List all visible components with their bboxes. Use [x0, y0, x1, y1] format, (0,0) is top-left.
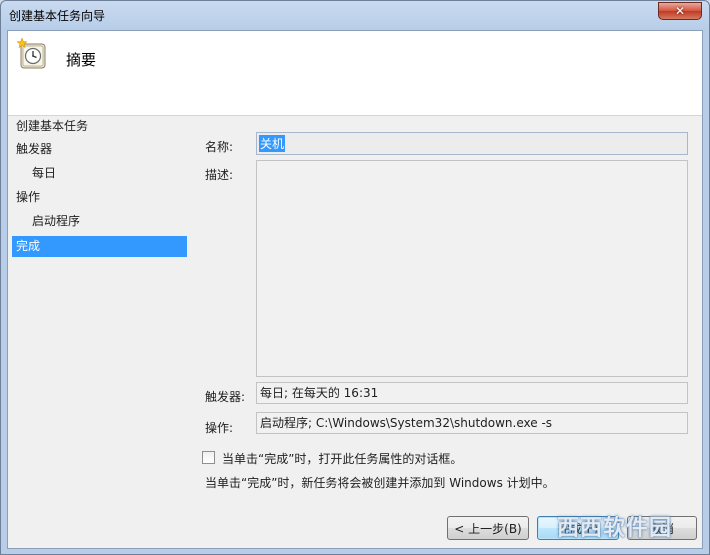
nav-step-create-task[interactable]: 创建基本任务	[12, 116, 187, 137]
back-button[interactable]: < 上一步(B)	[447, 516, 529, 540]
finish-button[interactable]: 完成(F)	[537, 516, 619, 540]
window-title: 创建基本任务向导	[9, 9, 106, 23]
cancel-button[interactable]: 取消	[627, 516, 697, 540]
open-properties-checkbox[interactable]	[202, 451, 215, 464]
action-label: 操作:	[205, 421, 234, 435]
nav-step-action[interactable]: 操作	[12, 187, 187, 208]
open-properties-label[interactable]: 当单击“完成”时，打开此任务属性的对话框。	[222, 450, 462, 467]
nav-step-finish[interactable]: 完成	[12, 236, 187, 257]
wizard-header: 摘要	[8, 31, 702, 116]
trigger-summary-field[interactable]: 每日; 在每天的 16:31	[256, 382, 688, 404]
description-label: 描述:	[205, 168, 234, 182]
close-icon: ✕	[674, 4, 686, 18]
wizard-window: 创建基本任务向导 ✕ 摘要 创建基本任务 触发器 每日 操作 启动程序 完成 名…	[0, 0, 710, 555]
name-label: 名称:	[205, 140, 234, 154]
wizard-client-area: 摘要 创建基本任务 触发器 每日 操作 启动程序 完成 名称: 关机 描述: 触…	[7, 30, 703, 549]
description-field[interactable]	[256, 160, 688, 377]
nav-step-daily[interactable]: 每日	[12, 163, 187, 184]
trigger-label: 触发器:	[205, 390, 246, 404]
close-button[interactable]: ✕	[658, 2, 702, 20]
title-bar[interactable]: 创建基本任务向导 ✕	[1, 1, 709, 29]
finish-info-text: 当单击“完成”时，新任务将会被创建并添加到 Windows 计划中。	[205, 476, 555, 490]
name-field[interactable]: 关机	[256, 132, 688, 155]
clock-icon	[17, 38, 46, 69]
name-field-value: 关机	[259, 135, 286, 152]
page-title: 摘要	[66, 51, 97, 69]
nav-step-start-program[interactable]: 启动程序	[12, 211, 187, 232]
action-summary-field[interactable]: 启动程序; C:\Windows\System32\shutdown.exe -…	[256, 412, 688, 434]
nav-step-trigger[interactable]: 触发器	[12, 139, 187, 160]
